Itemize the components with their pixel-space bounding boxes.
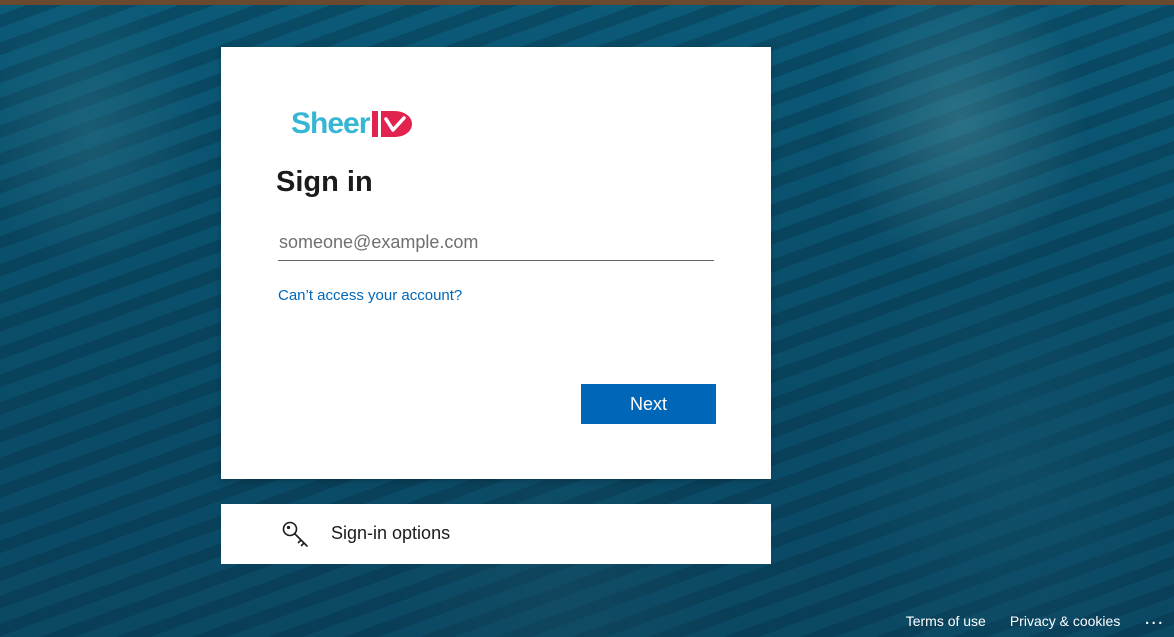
top-strip xyxy=(0,0,1174,5)
logo-id-mark-icon xyxy=(370,110,414,138)
more-options-icon[interactable]: ... xyxy=(1144,608,1164,631)
sign-in-page: Sheer Sign in Can’t access your account?… xyxy=(0,0,1174,637)
sign-in-card: Sheer Sign in Can’t access your account?… xyxy=(221,47,771,479)
logo-wordmark: Sheer xyxy=(291,107,370,140)
sheerid-logo: Sheer xyxy=(291,107,414,141)
footer: Terms of use Privacy & cookies ... xyxy=(906,608,1164,631)
key-icon xyxy=(281,519,311,549)
sign-in-options-label: Sign-in options xyxy=(331,523,451,543)
sign-in-options-button[interactable]: Sign-in options xyxy=(221,504,771,564)
page-title: Sign in xyxy=(276,166,373,198)
privacy-cookies-link[interactable]: Privacy & cookies xyxy=(1010,613,1120,629)
terms-of-use-link[interactable]: Terms of use xyxy=(906,613,986,629)
next-button[interactable]: Next xyxy=(581,384,716,424)
email-field[interactable] xyxy=(278,225,714,261)
cant-access-account-link[interactable]: Can’t access your account? xyxy=(278,287,462,304)
